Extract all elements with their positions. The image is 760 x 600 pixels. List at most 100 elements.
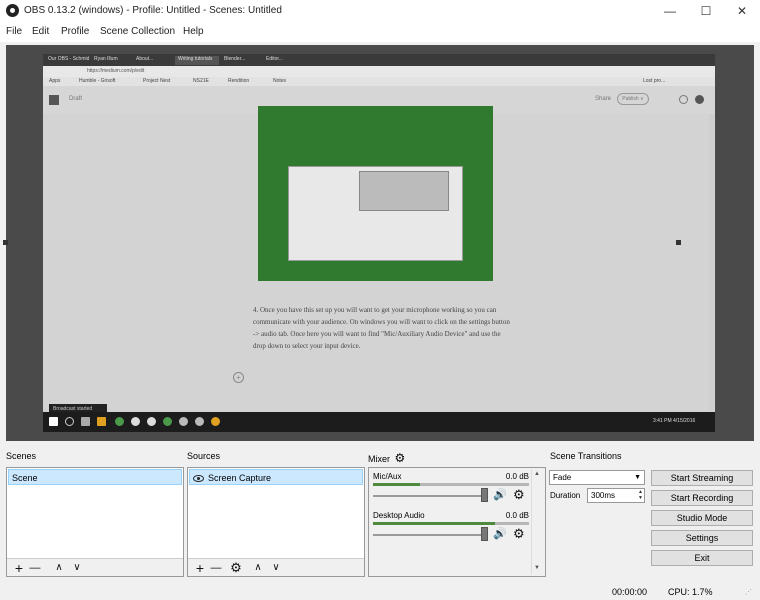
channel-name: Desktop Audio (373, 511, 425, 520)
duration-spinbox[interactable]: 300ms ▲ ▼ (587, 488, 645, 503)
bookmark-item: Humble - Grisoft (79, 78, 116, 84)
scroll-up-arrow-icon[interactable]: ▲ (534, 471, 540, 477)
add-scene-button[interactable]: + (11, 560, 27, 576)
resize-handle-right[interactable] (676, 240, 681, 245)
start-streaming-button[interactable]: Start Streaming (651, 470, 753, 486)
move-source-up-button[interactable]: ∧ (250, 560, 266, 576)
chrome-icon (115, 417, 124, 426)
channel-gear-icon[interactable]: ⚙ (513, 526, 525, 542)
task-view-icon (81, 417, 90, 426)
app-icon (179, 417, 188, 426)
volume-slider[interactable] (373, 495, 483, 497)
remove-source-button[interactable]: — (208, 560, 224, 576)
menu-help[interactable]: Help (183, 26, 204, 37)
browser-tab: About... (136, 56, 154, 62)
search-icon (65, 417, 74, 426)
add-source-button[interactable]: + (192, 560, 208, 576)
folder-icon (97, 417, 106, 426)
browser-tab: Blender... (224, 56, 246, 62)
source-item-label: Screen Capture (208, 473, 272, 483)
scenes-toolbar: + — ∧ ∨ (7, 558, 183, 576)
status-cpu: CPU: 1.7% (668, 587, 713, 597)
preview-area[interactable]: Our OBS - Schmid Ryan Illum About... Wri… (3, 45, 754, 441)
windows-taskbar: 3:41 PM 4/15/2016 (43, 412, 715, 432)
scenes-label: Scenes (6, 451, 37, 461)
transition-select[interactable]: Fade ▼ (549, 470, 645, 485)
start-recording-button[interactable]: Start Recording (651, 490, 753, 506)
menu-file[interactable]: File (6, 26, 22, 37)
scene-item[interactable]: Scene (8, 469, 182, 485)
start-icon (49, 417, 58, 426)
browser-url: https://medium.com/p/edit (87, 68, 145, 74)
volume-slider[interactable] (373, 534, 483, 536)
browser-tab-strip: Our OBS - Schmid Ryan Illum About... Wri… (43, 54, 715, 66)
browser-address-bar: https://medium.com/p/edit (43, 66, 715, 77)
nested-inner-window (359, 171, 449, 211)
meter-level (373, 483, 420, 486)
visibility-eye-icon[interactable] (193, 475, 204, 482)
move-scene-up-button[interactable]: ∧ (51, 560, 67, 576)
dropdown-caret-icon: ▼ (634, 474, 641, 481)
window-title: OBS 0.13.2 (windows) - Profile: Untitled… (24, 5, 282, 16)
volume-meter (373, 483, 529, 486)
add-content-icon: + (233, 372, 244, 383)
duration-label: Duration (550, 491, 581, 500)
avatar-icon (695, 95, 704, 104)
scroll-down-arrow-icon[interactable]: ▼ (534, 565, 540, 571)
channel-db: 0.0 dB (505, 472, 529, 481)
speaker-icon[interactable]: 🔊 (493, 488, 507, 501)
bookmark-item: Lost pro... (643, 78, 666, 84)
transition-select-value: Fade (553, 473, 572, 482)
audio-mixer: Mic/Aux 0.0 dB 🔊 ⚙ Desktop Audio 0.0 dB … (368, 467, 546, 577)
move-source-down-button[interactable]: ∨ (268, 560, 284, 576)
nested-screenshot (258, 106, 493, 281)
menu-bar: File Edit Profile Scene Collection Help (0, 22, 760, 42)
page-scrollbar (709, 114, 714, 410)
app-icon (131, 417, 140, 426)
resize-handle-left[interactable] (3, 240, 8, 245)
menu-edit[interactable]: Edit (32, 26, 49, 37)
volume-meter (373, 522, 529, 525)
minimize-button[interactable]: — (652, 0, 688, 22)
mixer-scrollbar[interactable]: ▲ ▼ (531, 469, 544, 575)
taskbar-clock: 3:41 PM 4/15/2016 (653, 418, 696, 424)
menu-scene-collection[interactable]: Scene Collection (100, 26, 175, 37)
transitions-label: Scene Transitions (550, 451, 622, 461)
app-icon (195, 417, 204, 426)
spin-arrows-icon[interactable]: ▲ ▼ (638, 489, 643, 501)
browser-tab: Our OBS - Schmid (48, 56, 89, 62)
bookmarks-bar: Apps Humble - Grisoft Project Nest NS21E… (43, 77, 715, 86)
resize-grip-icon[interactable]: ⋰ (745, 588, 755, 598)
sources-label: Sources (187, 451, 221, 461)
mixer-gear-icon[interactable]: ⚙ (395, 451, 406, 465)
speaker-icon[interactable]: 🔊 (493, 527, 507, 540)
bell-icon (679, 95, 688, 104)
site-logo-icon (49, 95, 59, 105)
app-icon (147, 417, 156, 426)
source-item[interactable]: Screen Capture (189, 469, 363, 485)
studio-mode-button[interactable]: Studio Mode (651, 510, 753, 526)
browser-tab: Writing tutorials (175, 56, 219, 65)
volume-slider-handle[interactable] (481, 527, 488, 541)
move-scene-down-button[interactable]: ∨ (69, 560, 85, 576)
mixer-title: Mixer (368, 454, 390, 464)
bookmark-item: NS21E (193, 78, 209, 84)
nested-window (288, 166, 463, 261)
sources-toolbar: + — ⚙ ∧ ∨ (188, 558, 364, 576)
maximize-button[interactable]: ☐ (688, 0, 724, 22)
menu-profile[interactable]: Profile (61, 26, 89, 37)
obs-logo-icon (6, 4, 19, 17)
channel-gear-icon[interactable]: ⚙ (513, 487, 525, 503)
scenes-panel: Scene + — ∧ ∨ (6, 467, 184, 577)
status-time: 00:00:00 (612, 587, 648, 597)
captured-screen: Our OBS - Schmid Ryan Illum About... Wri… (43, 54, 715, 432)
exit-button[interactable]: Exit (651, 550, 753, 566)
settings-button[interactable]: Settings (651, 530, 753, 546)
article-paragraph: 4. Once you have this set up you will wa… (253, 306, 510, 350)
remove-scene-button[interactable]: — (27, 560, 43, 576)
sources-panel: Screen Capture + — ⚙ ∧ ∨ (187, 467, 365, 577)
volume-slider-handle[interactable] (481, 488, 488, 502)
close-button[interactable]: ✕ (724, 0, 760, 22)
source-properties-gear-icon[interactable]: ⚙ (228, 560, 244, 576)
app-icon (163, 417, 172, 426)
